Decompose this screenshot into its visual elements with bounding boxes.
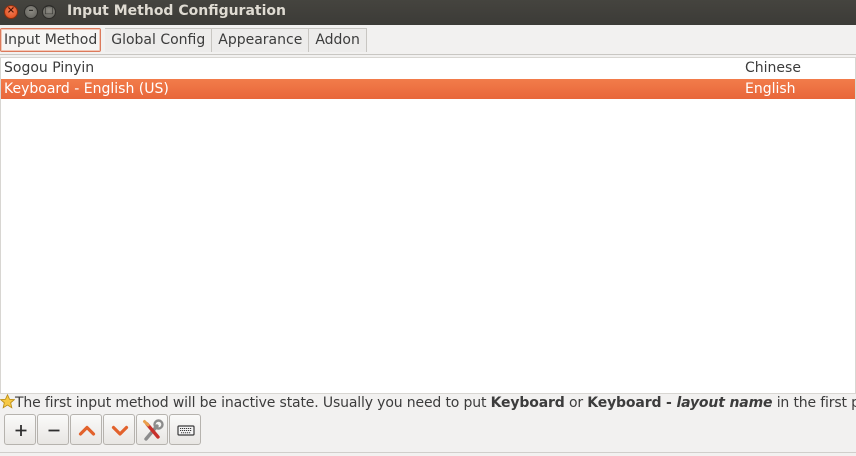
toolbar [4,414,202,448]
input-method-name: Keyboard - English (US) [4,81,169,97]
hint-keyword-keyboard: Keyboard [490,395,565,411]
chevron-up-icon [78,425,96,436]
minimize-icon: – [28,5,34,16]
close-window-button[interactable]: × [4,5,18,19]
plus-icon [15,425,27,436]
configure-input-method-button[interactable] [136,414,168,445]
hint-text: The first input method will be inactive … [0,394,856,412]
hint-text-after: in the first place. [776,395,856,411]
list-item[interactable]: Sogou Pinyin Chinese (China) [1,58,855,96]
input-method-language: English [745,81,796,97]
tab-input-method[interactable]: Input Method [0,28,102,52]
minimize-window-button[interactable]: – [24,5,38,19]
close-icon: × [6,5,16,16]
minus-icon [48,429,60,432]
keyboard-icon [177,425,195,436]
move-up-button[interactable] [70,414,102,445]
move-down-button[interactable] [103,414,135,445]
remove-input-method-button[interactable] [37,414,69,445]
chevron-down-icon [111,425,129,436]
maximize-window-button[interactable]: □ [42,5,56,19]
maximize-icon: □ [44,5,54,16]
star-icon [0,394,15,409]
tab-addon[interactable]: Addon [309,28,367,52]
bottom-divider [0,452,856,453]
hint-text-middle: or [564,395,588,411]
input-method-list[interactable]: Sogou Pinyin Chinese (China) Keyboard - … [0,57,856,394]
list-item-selected[interactable]: Keyboard - English (US) English [1,79,855,99]
keyboard-layout-button[interactable] [169,414,201,445]
tab-divider [0,54,856,55]
input-method-name: Sogou Pinyin [4,60,95,76]
title-bar: × – □ Input Method Configuration [0,0,856,25]
tab-appearance[interactable]: Appearance [212,28,310,52]
tab-bar: Input Method Global Config Appearance Ad… [0,28,367,53]
wrench-brush-icon [143,419,164,441]
hint-keyword-keyboard-dash: Keyboard - [587,395,677,411]
add-input-method-button[interactable] [4,414,36,445]
window-title: Input Method Configuration [67,3,286,19]
hint-text-before: The first input method will be inactive … [15,395,491,411]
hint-keyword-layout-name: layout name [676,395,773,411]
tab-global-config[interactable]: Global Config [105,28,213,52]
